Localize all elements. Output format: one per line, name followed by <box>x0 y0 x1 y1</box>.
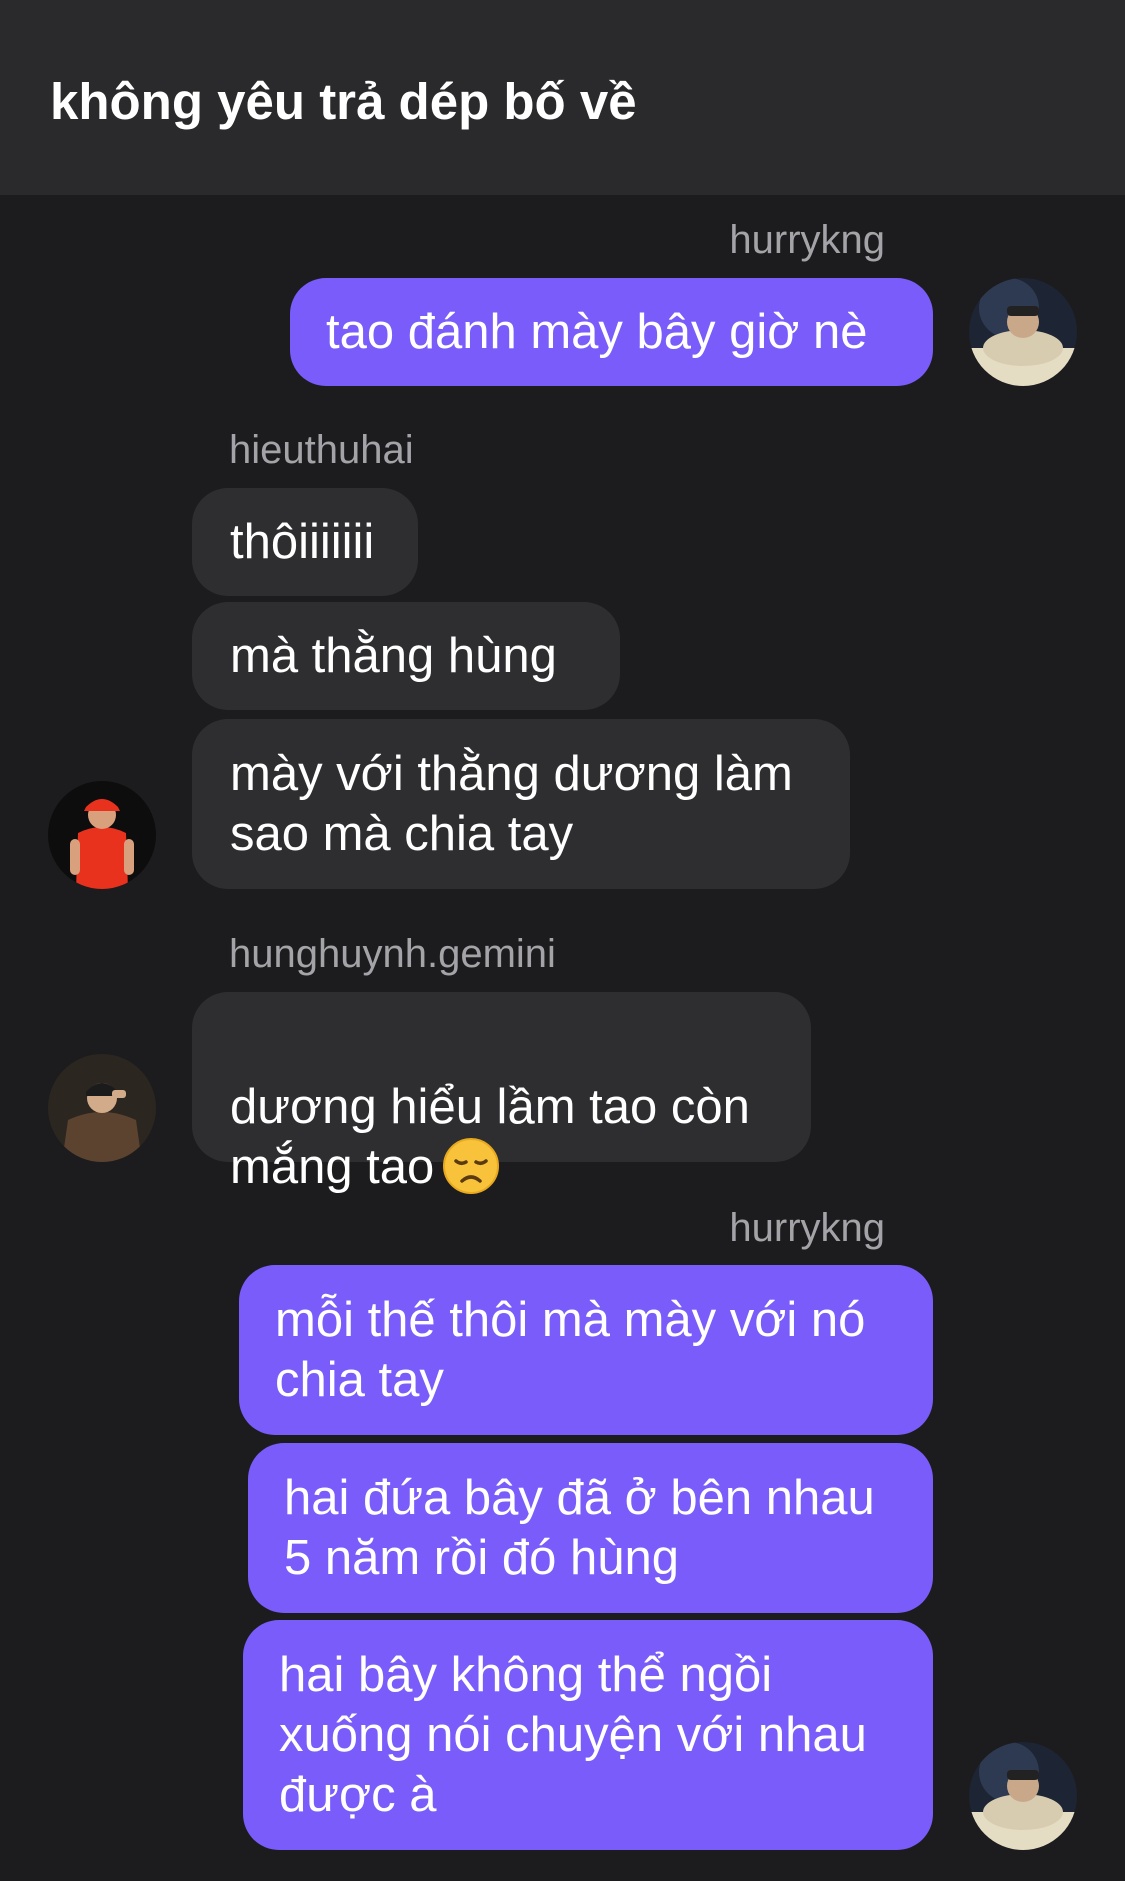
avatar-hunghuynh[interactable] <box>48 1054 156 1162</box>
avatar-hieuthuhai[interactable] <box>48 781 156 889</box>
message-bubble[interactable]: mày với thằng dương làm sao mà chia tay <box>192 719 850 889</box>
message-bubble[interactable]: mà thằng hùng <box>192 602 620 710</box>
avatar-image <box>969 1742 1077 1850</box>
avatar-hurrykng[interactable] <box>969 278 1077 386</box>
message-bubble[interactable]: hai bây không thể ngồi xuống nói chuyện … <box>243 1620 933 1850</box>
avatar-image <box>48 781 156 889</box>
message-bubble[interactable]: mỗi thế thôi mà mày với nó chia tay <box>239 1265 933 1435</box>
message-bubble[interactable]: dương hiểu lầm tao còn mắng tao <box>192 992 811 1195</box>
message-bubble[interactable]: hai đứa bây đã ở bên nhau 5 năm rồi đó h… <box>248 1443 933 1613</box>
disappointed-face-icon <box>442 1137 500 1195</box>
chat-header: không yêu trả dép bố về <box>0 0 1125 195</box>
chat-title[interactable]: không yêu trả dép bố về <box>50 72 637 131</box>
avatar-image <box>48 1054 156 1162</box>
sender-name: hurrykng <box>729 218 885 262</box>
message-bubble[interactable]: thôiiiiiii <box>192 488 418 596</box>
sender-name: hieuthuhai <box>229 428 414 472</box>
avatar-image <box>969 278 1077 386</box>
sender-name: hurrykng <box>729 1206 885 1250</box>
avatar-hurrykng[interactable] <box>969 1742 1077 1850</box>
sender-name: hunghuynh.gemini <box>229 932 556 976</box>
message-bubble[interactable]: tao đánh mày bây giờ nè <box>290 278 933 386</box>
